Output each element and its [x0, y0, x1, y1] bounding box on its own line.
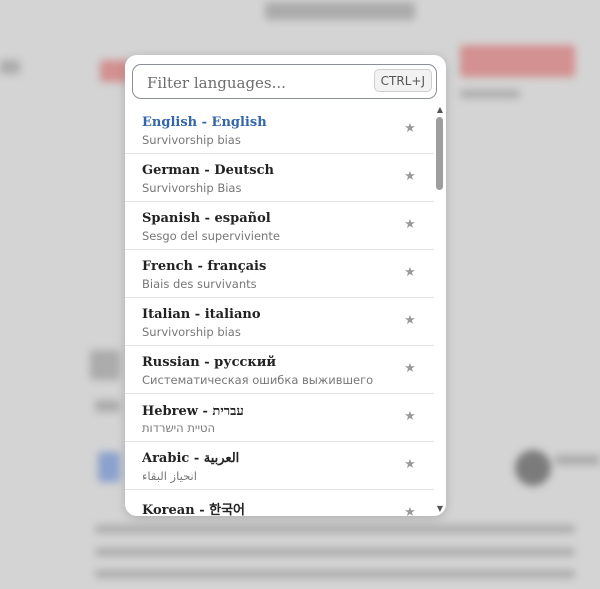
language-item-arabic[interactable]: Arabic - العربية انحياز البقاء ★ — [125, 442, 434, 490]
language-article-title: Survivorship bias — [142, 133, 241, 147]
star-icon[interactable]: ★ — [403, 122, 417, 136]
language-title: English - English — [142, 115, 267, 130]
language-title: Arabic - العربية — [142, 451, 240, 466]
star-icon[interactable]: ★ — [403, 458, 417, 472]
language-title: German - Deutsch — [142, 163, 274, 178]
language-title: Spanish - español — [142, 211, 271, 226]
language-title: Hebrew - עברית — [142, 404, 244, 419]
language-article-title: انحياز البقاء — [142, 469, 197, 483]
language-selector-popup: CTRL+J English - English Survivorship bi… — [125, 55, 446, 516]
keyboard-shortcut-hint: CTRL+J — [373, 69, 432, 92]
star-icon[interactable]: ★ — [403, 218, 417, 232]
language-filter-box: CTRL+J — [132, 64, 437, 100]
star-icon[interactable]: ★ — [403, 362, 417, 376]
language-list-scrollbar[interactable]: ▲ ▼ — [434, 106, 446, 516]
language-item-spanish[interactable]: Spanish - español Sesgo del supervivient… — [125, 202, 434, 250]
language-item-italian[interactable]: Italian - italiano Survivorship bias ★ — [125, 298, 434, 346]
language-list: English - English Survivorship bias ★ Ge… — [125, 106, 434, 516]
language-item-english[interactable]: English - English Survivorship bias ★ — [125, 106, 434, 154]
star-icon[interactable]: ★ — [403, 410, 417, 424]
language-title: French - français — [142, 259, 267, 274]
language-title: Korean - 한국어 — [142, 503, 246, 516]
star-icon[interactable]: ★ — [403, 170, 417, 184]
language-article-title: הטיית הישרדות — [142, 421, 216, 435]
language-title: Russian - русский — [142, 355, 277, 370]
language-item-russian[interactable]: Russian - русский Систематическая ошибка… — [125, 346, 434, 394]
language-article-title: Biais des survivants — [142, 277, 257, 291]
language-article-title: Систематическая ошибка выжившего — [142, 373, 374, 387]
scrollbar-thumb[interactable] — [436, 117, 443, 190]
language-title: Italian - italiano — [142, 307, 261, 322]
language-item-hebrew[interactable]: Hebrew - עברית הטיית הישרדות ★ — [125, 394, 434, 442]
language-filter-input[interactable] — [145, 65, 369, 100]
arrow-down-icon[interactable]: ▼ — [436, 505, 444, 513]
star-icon[interactable]: ★ — [403, 314, 417, 328]
star-icon[interactable]: ★ — [403, 506, 417, 517]
language-item-french[interactable]: French - français Biais des survivants ★ — [125, 250, 434, 298]
arrow-up-icon[interactable]: ▲ — [436, 106, 444, 114]
language-item-korean[interactable]: Korean - 한국어 ★ — [125, 490, 434, 516]
language-article-title: Survivorship bias — [142, 325, 241, 339]
star-icon[interactable]: ★ — [403, 266, 417, 280]
language-item-german[interactable]: German - Deutsch Survivorship Bias ★ — [125, 154, 434, 202]
language-article-title: Survivorship Bias — [142, 181, 242, 195]
language-article-title: Sesgo del superviviente — [142, 229, 280, 243]
